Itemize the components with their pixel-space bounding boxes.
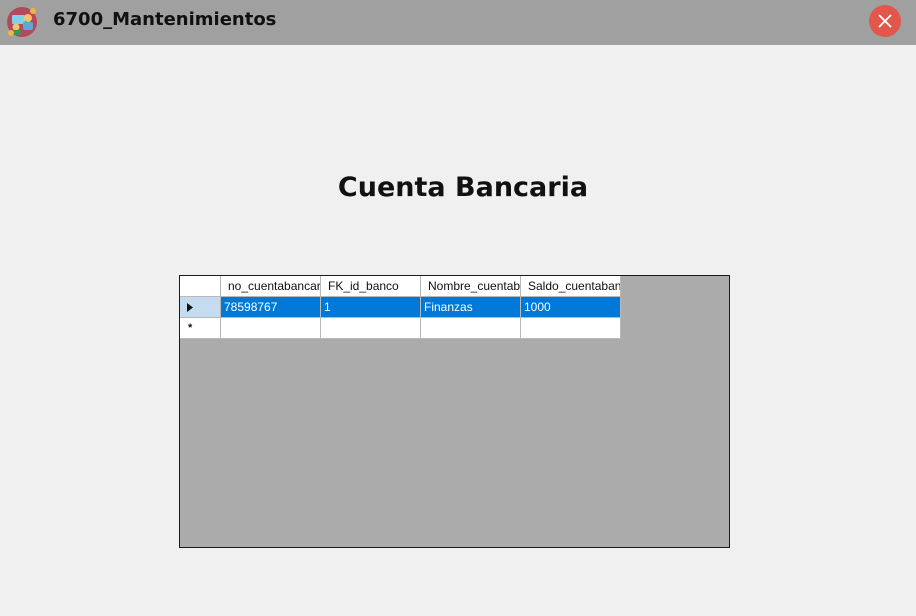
new-row-cell[interactable] [321, 318, 421, 339]
bank-people-icon [7, 7, 37, 37]
data-grid[interactable]: no_cuentabancaria FK_id_banco Nombre_cue… [179, 275, 730, 548]
close-icon [878, 14, 892, 28]
column-header-fk-id-banco[interactable]: FK_id_banco [321, 276, 421, 297]
column-header-nombre-cuentabancaria[interactable]: Nombre_cuentabanc [421, 276, 521, 297]
column-header-saldo-cuentabancaria[interactable]: Saldo_cuentabanca [521, 276, 621, 297]
table-cell[interactable]: 1000 [521, 297, 621, 318]
new-row-cell[interactable] [221, 318, 321, 339]
grid-corner-header[interactable] [180, 276, 221, 297]
title-bar[interactable]: 6700_Mantenimientos [0, 0, 916, 45]
table-cell[interactable]: Finanzas [421, 297, 521, 318]
row-header-current[interactable] [180, 297, 221, 318]
app-window: 6700_Mantenimientos Cuenta Bancaria no_c… [0, 0, 916, 616]
close-button[interactable] [869, 5, 901, 37]
table-cell[interactable]: 78598767 [221, 297, 321, 318]
row-header-new[interactable]: * [180, 318, 221, 339]
new-row-marker: * [188, 322, 193, 334]
table-cell[interactable]: 1 [321, 297, 421, 318]
window-title: 6700_Mantenimientos [53, 9, 277, 30]
column-header-no-cuentabancaria[interactable]: no_cuentabancaria [221, 276, 321, 297]
current-row-arrow-icon [187, 303, 193, 312]
new-row-cell[interactable] [421, 318, 521, 339]
form-title: Cuenta Bancaria [337, 172, 589, 203]
new-row-cell[interactable] [521, 318, 621, 339]
